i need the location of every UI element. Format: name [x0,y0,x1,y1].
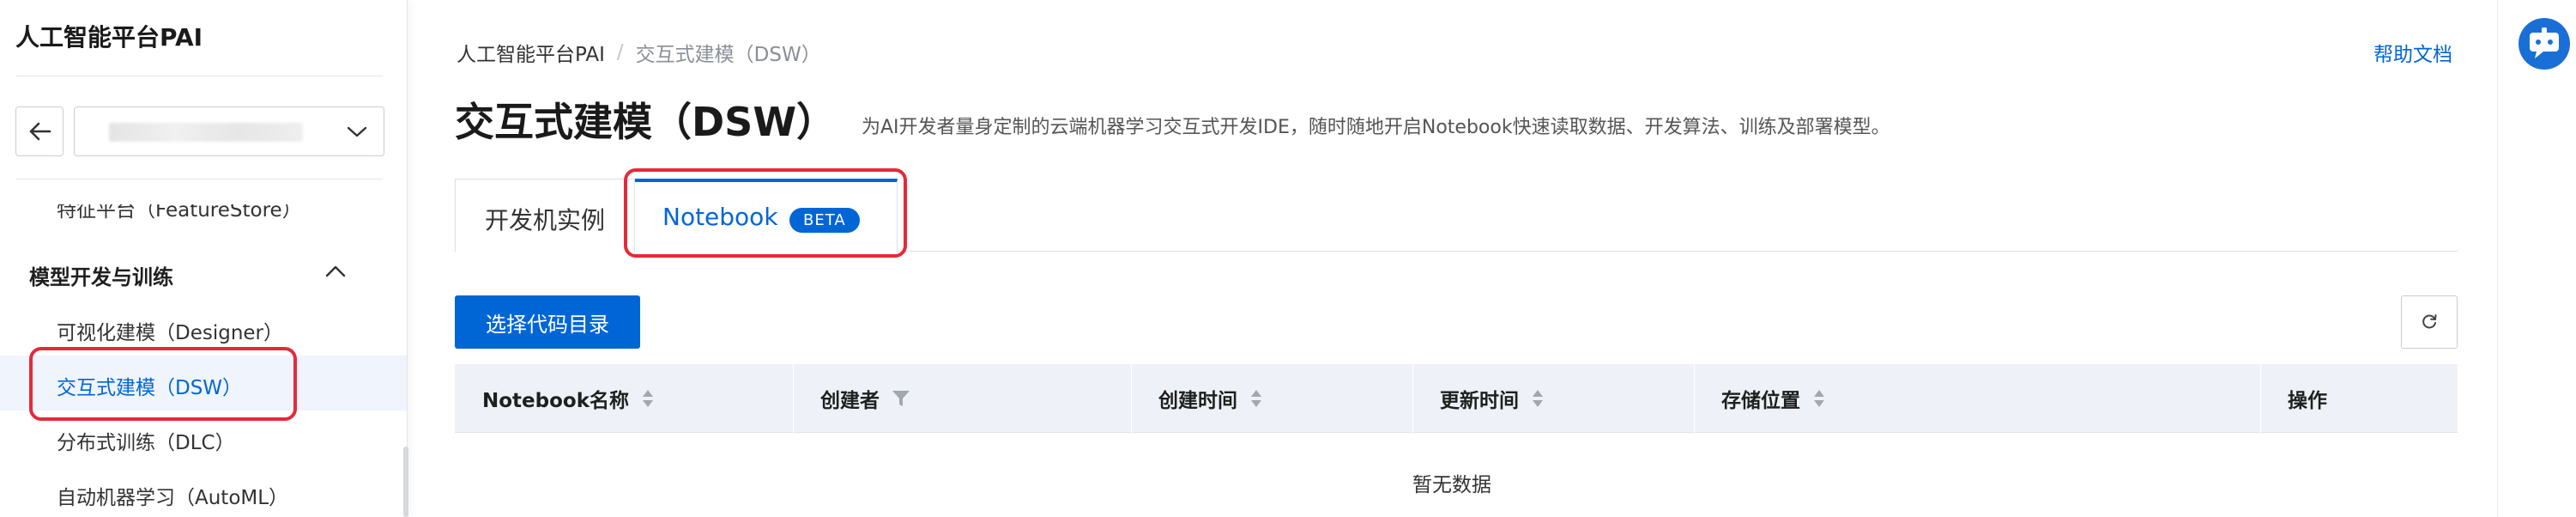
assistant-bot-icon[interactable] [2518,17,2571,70]
column-label: 操作 [2288,390,2327,412]
sort-icon[interactable] [641,388,655,409]
refresh-button[interactable] [2401,295,2458,349]
column-label: 创建者 [820,390,880,412]
sort-icon[interactable] [1531,388,1545,409]
breadcrumb-separator: / [616,41,624,64]
arrow-left-icon [29,122,51,141]
sidebar-item-automl[interactable]: 自动机器学习（AutoML） [57,481,288,510]
breadcrumb: 人工智能平台PAI / 交互式建模（DSW） [457,38,821,67]
chevron-down-icon [347,126,367,137]
sidebar-group-model-dev[interactable]: 模型开发与训练 [29,260,173,290]
right-rail-divider [2497,0,2498,517]
annotation-highlight-box [624,168,907,258]
breadcrumb-root[interactable]: 人工智能平台PAI [457,38,605,67]
column-header-actions: 操作 [2260,364,2458,433]
sidebar-title: 人工智能平台PAI [15,23,203,52]
column-label: 存储位置 [1721,390,1800,412]
column-header-created-time[interactable]: 创建时间 [1131,364,1412,433]
page-title: 交互式建模（DSW） [455,99,837,145]
chevron-up-icon[interactable] [324,263,347,280]
column-header-updated-time[interactable]: 更新时间 [1412,364,1694,433]
sort-icon[interactable] [1812,388,1826,409]
tab-label: 开发机实例 [485,206,606,234]
column-header-notebook-name[interactable]: Notebook名称 [455,364,793,433]
sidebar-item-label: 特征平台（FeatureStore） [57,204,302,222]
sidebar-scrollbar[interactable] [403,447,408,517]
select-code-directory-button[interactable]: 选择代码目录 [455,295,640,349]
workspace-name-redacted [109,123,303,142]
back-button[interactable] [15,106,63,156]
filter-icon[interactable] [892,389,910,408]
breadcrumb-current: 交互式建模（DSW） [635,44,821,66]
column-header-creator[interactable]: 创建者 [793,364,1131,433]
table-header: Notebook名称 创建者 创建时间 更新时间 存储位置 操作 [455,364,2458,433]
page-description: 为AI开发者量身定制的云端机器学习交互式开发IDE，随时随地开启Notebook… [862,117,1890,138]
sidebar-item-featurestore[interactable]: 特征平台（FeatureStore） [57,204,302,227]
sidebar-item-designer[interactable]: 可视化建模（Designer） [57,316,283,345]
column-header-storage-location[interactable]: 存储位置 [1694,364,2260,433]
workspace-select[interactable] [74,106,384,156]
table-empty-text: 暂无数据 [1412,474,1491,496]
column-label: 创建时间 [1158,390,1237,412]
help-docs-link[interactable]: 帮助文档 [2373,38,2452,67]
column-label: Notebook名称 [482,390,630,412]
sidebar-item-dlc[interactable]: 分布式训练（DLC） [57,426,235,455]
sort-icon[interactable] [1249,388,1263,409]
column-label: 更新时间 [1440,390,1519,412]
annotation-highlight-box [29,347,297,421]
refresh-icon [2422,314,2437,329]
sidebar: 人工智能平台PAI 特征平台（FeatureStore） 模型开发与训练 可视化… [0,0,408,517]
tab-dev-instance[interactable]: 开发机实例 [455,179,635,252]
